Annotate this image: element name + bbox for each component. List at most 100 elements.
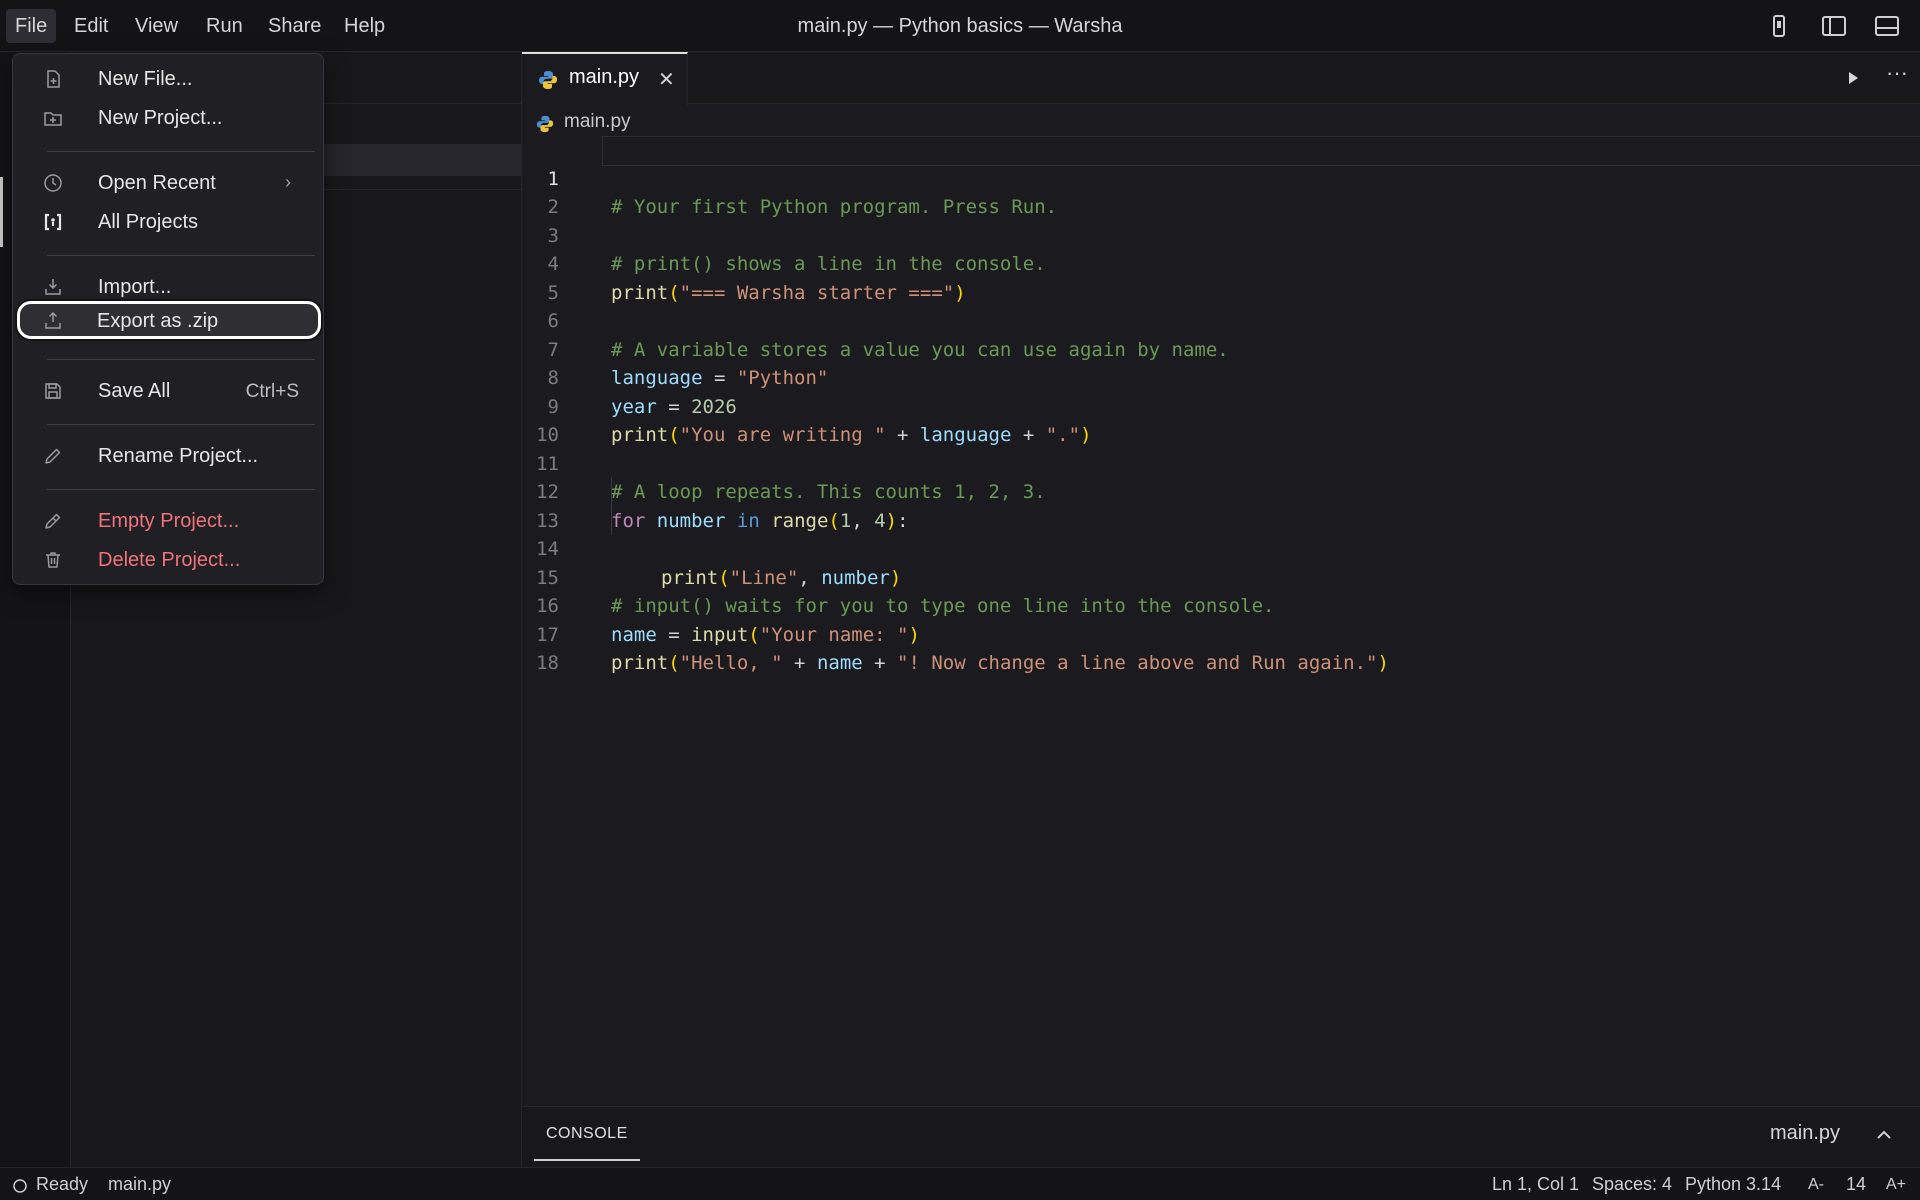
font-size-value: 14	[1846, 1174, 1867, 1194]
status-circle-icon	[13, 1179, 27, 1193]
menu-item-label: Save All	[98, 380, 171, 402]
code-line[interactable]: 4 print("=== Warsha starter ===")	[522, 222, 1920, 304]
editor: main.py ✕ ··· main.py 1 # Your first Pyt…	[522, 52, 1920, 1106]
code-line[interactable]: 12 for number in range(1, 4):	[522, 450, 1920, 532]
python-icon	[536, 115, 554, 133]
menu-separator	[47, 489, 315, 490]
code-line[interactable]: 13 print("Line", number)	[522, 478, 1920, 589]
code-line[interactable]: 8 year = 2026	[522, 336, 1920, 418]
font-increase-button[interactable]: A+	[1886, 1176, 1906, 1194]
menu-edit[interactable]: Edit	[65, 9, 117, 43]
tab-label: main.py	[569, 66, 640, 88]
toggle-panel-icon[interactable]	[1874, 14, 1900, 38]
more-actions-icon[interactable]: ···	[1884, 62, 1910, 92]
menu-view[interactable]: View	[126, 9, 187, 43]
menu-item-label: New File...	[98, 68, 193, 90]
menu-item-open-recent[interactable]: Open Recent ›	[19, 164, 317, 202]
indent-guide	[611, 478, 612, 507]
menu-separator	[47, 255, 315, 256]
code-line[interactable]: 15 # input() waits for you to type one l…	[522, 535, 1920, 618]
save-icon	[45, 383, 61, 399]
menu-help[interactable]: Help	[335, 9, 394, 43]
menu-item-shortcut: Ctrl+S	[245, 381, 299, 402]
menu-item-label: Empty Project...	[98, 510, 240, 532]
code-line[interactable]: 17 print("Hello, " + name + "! Now chang…	[522, 592, 1920, 675]
code-line[interactable]: 9 print("You are writing " + language + …	[522, 364, 1920, 447]
code-line[interactable]: 16 name = input("Your name: ")	[522, 564, 1920, 646]
font-decrease-button[interactable]: A-	[1808, 1176, 1824, 1194]
python-icon	[539, 71, 557, 89]
code-line[interactable]: 6 # A variable stores a value you can us…	[522, 279, 1920, 361]
menu-separator	[47, 359, 315, 360]
trash-icon	[46, 552, 60, 568]
code-line[interactable]: 18	[522, 621, 1920, 674]
menubar: File Edit View Run Share Help main.py — …	[0, 0, 1920, 52]
menu-separator	[47, 151, 315, 152]
menu-file[interactable]: File	[6, 9, 57, 43]
import-icon	[45, 279, 61, 295]
chevron-right-icon: ›	[285, 172, 291, 192]
status-language[interactable]: Python 3.14	[1685, 1174, 1781, 1195]
eraser-icon	[45, 513, 61, 529]
breadcrumb-file[interactable]: main.py	[564, 111, 631, 133]
status-spaces[interactable]: Spaces: 4	[1592, 1174, 1672, 1195]
tab-main-py[interactable]: main.py ✕	[522, 52, 688, 105]
menu-item-label: All Projects	[98, 211, 199, 233]
code-line[interactable]: 3 # print() shows a line in the console.	[522, 193, 1920, 276]
indent-guide	[611, 506, 612, 535]
file-menu-dropdown: New File... New Project... Open Recent ›…	[12, 53, 324, 585]
brackets-icon	[44, 213, 62, 231]
code-line[interactable]: 5	[522, 250, 1920, 304]
menu-separator	[47, 424, 315, 425]
line-number: 18	[536, 652, 559, 674]
code-function: print	[611, 652, 669, 674]
activity-indicator	[0, 177, 3, 247]
menu-item-all-projects[interactable]: All Projects	[19, 203, 317, 241]
menu-item-save-all[interactable]: Save All Ctrl+S	[19, 372, 317, 410]
status-cursor[interactable]: Ln 1, Col 1	[1492, 1174, 1579, 1195]
clock-icon	[44, 174, 62, 192]
menu-item-new-project[interactable]: New Project...	[19, 99, 317, 137]
menu-item-empty-project[interactable]: Empty Project...	[19, 502, 317, 540]
menu-item-delete-project[interactable]: Delete Project...	[19, 541, 317, 579]
status-bar: Ready main.py Ln 1, Col 1 Spaces: 4 Pyth…	[0, 1167, 1920, 1200]
menu-item-label: Import...	[98, 276, 172, 298]
tab-bar: main.py ✕ ···	[522, 52, 1920, 105]
code-string: "Hello, "	[679, 652, 783, 674]
menu-item-new-file[interactable]: New File...	[19, 60, 317, 98]
status-ready: Ready	[36, 1174, 89, 1194]
menu-item-label: Export as .zip	[97, 310, 219, 332]
menu-share[interactable]: Share	[259, 9, 330, 43]
menu-item-label: Rename Project...	[98, 445, 259, 467]
menu-item-label: Delete Project...	[98, 549, 241, 571]
console-tab-label: CONSOLE	[546, 1125, 628, 1142]
code-line[interactable]: 14	[522, 506, 1920, 560]
code-variable: name	[816, 652, 863, 674]
device-mobile-icon[interactable]	[1766, 14, 1792, 38]
status-file: main.py	[108, 1174, 172, 1194]
chevron-up-icon[interactable]	[1874, 1125, 1894, 1145]
menu-item-export-zip[interactable]: Export as .zip	[17, 301, 321, 339]
file-plus-icon	[47, 70, 60, 88]
code-line[interactable]: 7 language = "Python"	[522, 307, 1920, 390]
code-string: "! Now change a line above and Run again…	[897, 652, 1378, 674]
code-line[interactable]: 1 # Your first Python program. Press Run…	[522, 136, 1920, 218]
folder-plus-icon	[44, 112, 62, 126]
console-file-label: main.py	[1770, 1122, 1841, 1144]
menu-item-rename-project[interactable]: Rename Project...	[19, 437, 317, 475]
close-icon[interactable]: ✕	[658, 67, 675, 92]
console-tab[interactable]: CONSOLE	[534, 1107, 640, 1161]
code-operator: +	[862, 652, 898, 674]
code-operator: +	[782, 652, 817, 674]
menu-item-label: Open Recent	[98, 172, 216, 194]
run-icon[interactable]	[1842, 67, 1864, 89]
code-line[interactable]: 2	[522, 165, 1920, 218]
menu-run[interactable]: Run	[197, 9, 252, 43]
export-icon	[45, 311, 61, 329]
code-line[interactable]: 10	[522, 393, 1920, 446]
toggle-sidebar-icon[interactable]	[1821, 14, 1847, 38]
console-panel: CONSOLE main.py	[522, 1106, 1920, 1167]
pencil-icon	[45, 448, 61, 464]
code-line[interactable]: 11 # A loop repeats. This counts 1, 2, 3…	[522, 421, 1920, 504]
menu-item-label: New Project...	[98, 107, 223, 129]
